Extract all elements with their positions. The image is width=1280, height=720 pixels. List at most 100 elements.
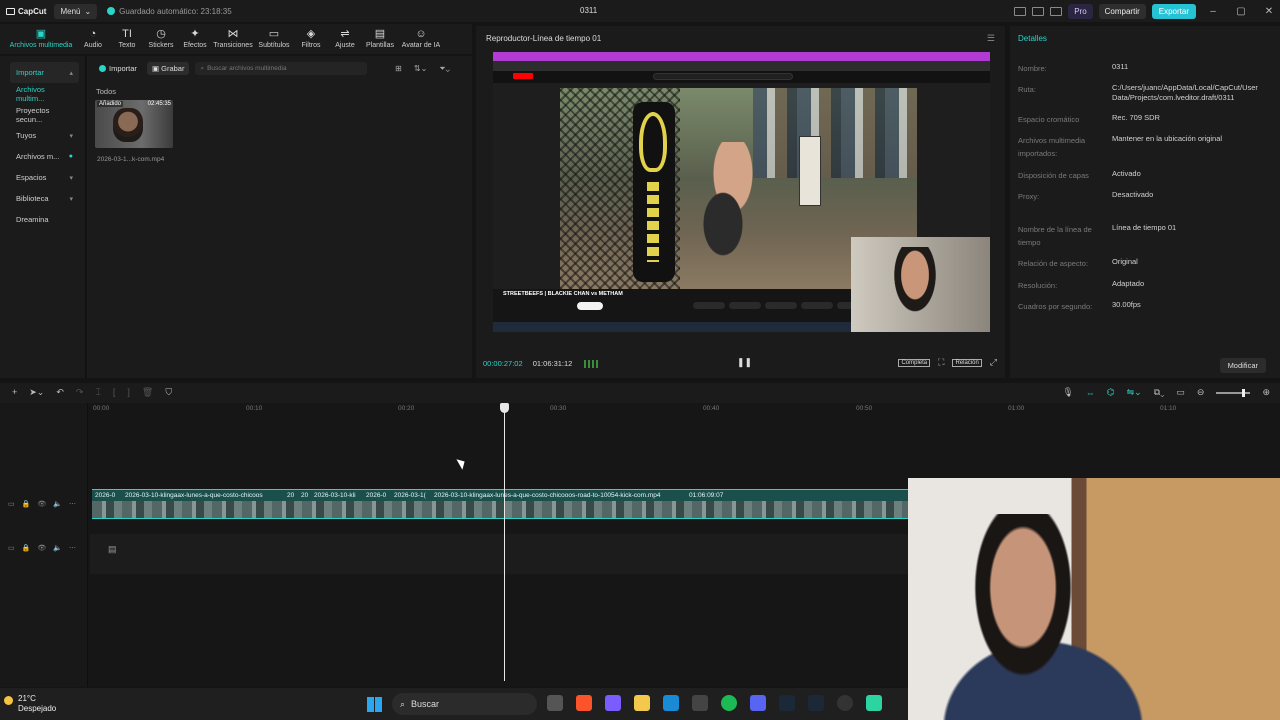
- media-thumbnail[interactable]: Añadido 02:45:35: [95, 100, 173, 148]
- detail-key: Resolución:: [1018, 281, 1058, 290]
- video-clip[interactable]: 2026-0 2026-03-10-klingaax-lunes-a-que-c…: [92, 489, 908, 519]
- sidebar-item-import[interactable]: Importar ▴: [10, 62, 79, 83]
- sidebar-item-library[interactable]: Biblioteca ▾: [10, 188, 79, 209]
- audio-icon: ◔: [89, 28, 97, 40]
- brave-icon[interactable]: [576, 695, 592, 711]
- steam-icon[interactable]: [779, 695, 795, 711]
- sidebar-item-yours[interactable]: Tuyos ▾: [10, 125, 79, 146]
- eye-icon[interactable]: 👁: [37, 544, 46, 552]
- preview-axis-icon[interactable]: ⧉⌄: [1154, 387, 1165, 398]
- sidebar-item-secondary-projects[interactable]: Proyectos secun...: [10, 104, 79, 125]
- download-button: [765, 302, 797, 309]
- export-button[interactable]: Exportar: [1151, 3, 1196, 19]
- more-icon[interactable]: ⋯: [69, 500, 76, 508]
- lock-icon[interactable]: 🔒: [22, 544, 31, 552]
- search-icon: ⌕: [400, 698, 406, 709]
- tab-ai-avatar[interactable]: ☺ Avatar de IA: [398, 24, 444, 54]
- speaker-icon[interactable]: 🔈: [53, 544, 62, 552]
- sun-icon: [4, 696, 13, 705]
- clip-duration: 01:06:09:07: [689, 492, 724, 499]
- discord-icon[interactable]: [750, 695, 766, 711]
- tab-subtitles[interactable]: ▭ Subtítulos: [254, 24, 294, 54]
- undo-icon[interactable]: ↶: [56, 387, 64, 398]
- microphone-icon[interactable]: 🎙: [1062, 387, 1073, 398]
- eye-icon[interactable]: 👁: [37, 500, 46, 508]
- more-icon[interactable]: ⋯: [69, 544, 76, 552]
- copilot-icon[interactable]: [605, 695, 621, 711]
- record-button[interactable]: ▣ Grabar: [146, 62, 190, 75]
- edge-icon[interactable]: [663, 695, 679, 711]
- pro-button[interactable]: Pro: [1068, 3, 1093, 19]
- shortcuts-icon[interactable]: [1032, 6, 1045, 16]
- obs-icon[interactable]: [837, 695, 853, 711]
- sticker-icon: ◷: [156, 28, 166, 40]
- link-icon[interactable]: ⇋⌄: [1127, 387, 1142, 398]
- full-quality-button[interactable]: Completa: [898, 358, 931, 367]
- youtube-actions: [693, 302, 869, 309]
- split-icon[interactable]: ⌶: [95, 387, 100, 398]
- filter-icon[interactable]: ⏷⌄: [439, 64, 450, 74]
- steam-icon[interactable]: [808, 695, 824, 711]
- weather-widget[interactable]: 21°C Despejado: [4, 694, 56, 714]
- tab-effects[interactable]: ✦ Efectos: [178, 24, 212, 54]
- crop-icon[interactable]: ⛶: [938, 357, 944, 368]
- sidebar-item-media-files[interactable]: Archivos multim...: [10, 83, 79, 104]
- trim-left-icon[interactable]: [: [113, 387, 116, 398]
- add-track-icon[interactable]: +: [12, 387, 17, 398]
- tab-filters[interactable]: ◈ Filtros: [294, 24, 328, 54]
- auto-snap-icon[interactable]: ⌬: [1107, 387, 1115, 398]
- browser-tabs: [493, 52, 990, 61]
- playhead[interactable]: [504, 406, 505, 681]
- zoom-slider[interactable]: [1216, 388, 1251, 397]
- tab-stickers[interactable]: ◷ Stickers: [144, 24, 178, 54]
- import-button[interactable]: Importar: [95, 62, 141, 75]
- modify-button[interactable]: Modificar: [1219, 358, 1266, 373]
- menu-icon[interactable]: ☰: [987, 33, 995, 44]
- redo-icon[interactable]: ↷: [76, 387, 84, 398]
- close-icon[interactable]: ✕: [1258, 6, 1280, 17]
- pause-icon[interactable]: ❚❚: [737, 357, 752, 368]
- layout-icon[interactable]: [1014, 6, 1027, 16]
- spotify-icon[interactable]: [721, 695, 737, 711]
- file-explorer-icon[interactable]: [634, 695, 650, 711]
- timeline-ruler[interactable]: 00:00 00:10 00:20 00:30 00:40 00:50 01:0…: [88, 403, 1280, 417]
- detail-key: Nombre de la línea de tiempo: [1018, 225, 1092, 247]
- task-view-icon[interactable]: [547, 695, 563, 711]
- browser-url-bar: [493, 61, 990, 71]
- main-track-magnet-icon[interactable]: ⇔: [1086, 388, 1095, 398]
- aspect-ratio-button[interactable]: Relación: [952, 358, 982, 367]
- marker-icon[interactable]: ⛉: [165, 387, 172, 398]
- select-tool-icon[interactable]: ➤⌄: [29, 387, 44, 398]
- tab-adjust[interactable]: ⇌ Ajuste: [328, 24, 362, 54]
- zoom-out-icon[interactable]: ⊖: [1197, 387, 1205, 398]
- trim-right-icon[interactable]: ]: [127, 387, 130, 398]
- detail-value: Desactivado: [1112, 190, 1154, 199]
- maximize-icon[interactable]: ▢: [1230, 6, 1252, 17]
- search-input[interactable]: ⌕ Buscar archivos multimedia: [195, 62, 368, 75]
- windows-start-icon[interactable]: [367, 697, 382, 712]
- sidebar-item-spaces[interactable]: Espacios ▾: [10, 167, 79, 188]
- lock-icon[interactable]: 🔒: [22, 500, 31, 508]
- list-icon[interactable]: [1050, 6, 1063, 16]
- video-preview[interactable]: STREETBEEFS | BLACKIE CHAN vs METHAM: [493, 52, 990, 332]
- speaker-icon[interactable]: 🔈: [53, 500, 62, 508]
- tab-text[interactable]: TI Texto: [110, 24, 144, 54]
- store-icon[interactable]: [692, 695, 708, 711]
- sort-icon[interactable]: ⇅⌄: [414, 64, 427, 74]
- tab-templates[interactable]: ▤ Plantillas: [362, 24, 398, 54]
- grid-view-icon[interactable]: ⊞: [395, 64, 402, 74]
- tab-media[interactable]: ▣ Archivos multimedia: [6, 24, 76, 54]
- delete-icon[interactable]: 🗑: [142, 387, 153, 398]
- tab-transitions[interactable]: ⋈ Transiciones: [212, 24, 254, 54]
- share-button[interactable]: Compartir: [1098, 3, 1146, 19]
- tab-audio[interactable]: ◔ Audio: [76, 24, 110, 54]
- zoom-in-icon[interactable]: ⊕: [1262, 387, 1270, 398]
- minimize-icon[interactable]: –: [1202, 6, 1224, 17]
- sidebar-item-dreamina[interactable]: Dreamina: [10, 209, 79, 230]
- sidebar-item-files[interactable]: Archivos m... ●: [10, 146, 79, 167]
- caption-icon[interactable]: ▭: [1176, 387, 1185, 398]
- fullscreen-icon[interactable]: ⤢: [990, 357, 997, 368]
- app-icon[interactable]: [866, 695, 882, 711]
- menu-button[interactable]: Menú ⌄: [54, 3, 98, 19]
- taskbar-search[interactable]: ⌕ Buscar: [392, 693, 537, 715]
